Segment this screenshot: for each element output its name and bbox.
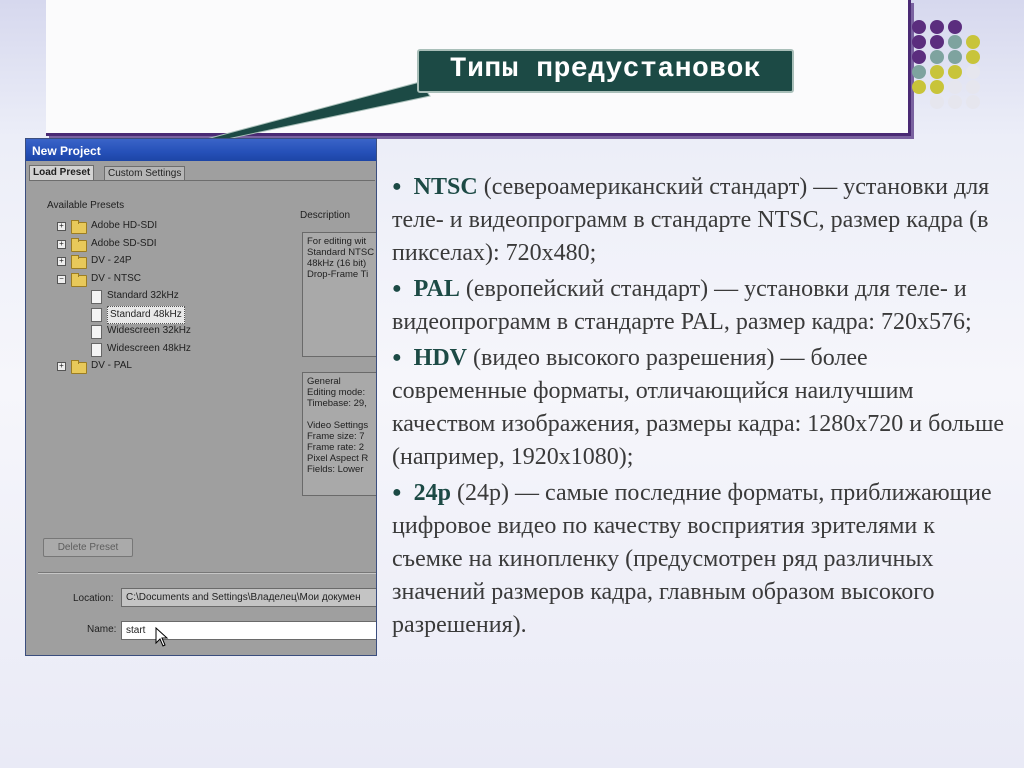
- general-settings-box: General Editing mode: Timebase: 29, Vide…: [302, 372, 376, 496]
- expand-icon[interactable]: +: [57, 222, 66, 231]
- delete-preset-button[interactable]: Delete Preset: [43, 538, 133, 557]
- settings-line: Pixel Aspect R: [307, 453, 369, 464]
- tree-item-label: Widescreen 48kHz: [107, 342, 191, 354]
- expand-icon[interactable]: +: [57, 257, 66, 266]
- description-label: Description: [300, 210, 351, 221]
- tab-load-preset[interactable]: Load Preset: [29, 165, 95, 181]
- bullet-text: (североамериканский стандарт) — установк…: [392, 174, 990, 266]
- bullet-text: (европейский стандарт) — установки для т…: [392, 276, 972, 335]
- bullet-list: ● NTSC (североамериканский стандарт) — ус…: [392, 170, 1007, 644]
- tree-item-label: Adobe SD-SDI: [91, 237, 157, 249]
- mouse-cursor-icon: [155, 627, 169, 647]
- tree-item-label: Standard 32kHz: [107, 290, 179, 301]
- settings-line: Video Settings: [307, 420, 369, 431]
- file-icon: [91, 307, 102, 322]
- dialog-title: New Project: [26, 139, 376, 161]
- tree-item-label: Widescreen 32kHz: [107, 325, 191, 336]
- settings-line: Editing mode:: [307, 387, 366, 398]
- settings-line: Frame size: 7: [307, 431, 365, 442]
- available-presets-label: Available Presets: [47, 200, 125, 211]
- tree-item-label: DV - NTSC: [91, 272, 141, 284]
- bullet-text: (24р) — самые последние форматы, приближ…: [392, 480, 992, 638]
- new-project-dialog: New Project Load Preset Custom Settings …: [25, 138, 377, 656]
- file-icon: [91, 342, 102, 357]
- bullet-item: ● NTSC (североамериканский стандарт) — ус…: [392, 170, 1007, 270]
- tab-custom-settings[interactable]: Custom Settings: [104, 166, 186, 180]
- bullet-keyword: PAL: [413, 276, 460, 302]
- bullet-keyword: NTSC: [413, 174, 478, 200]
- bullet-dot-icon: ●: [392, 280, 402, 297]
- description-line: Standard NTSC: [307, 247, 375, 258]
- tree-item-label: Standard 48kHz: [107, 305, 185, 324]
- file-icon: [91, 325, 102, 339]
- tree-item-label: DV - 24P: [91, 255, 132, 266]
- tree-item-label: Adobe HD-SDI: [91, 220, 158, 231]
- file-icon: [91, 290, 102, 304]
- bullet-dot-icon: ●: [392, 484, 402, 501]
- expand-icon[interactable]: +: [57, 362, 66, 371]
- bullet-dot-icon: ●: [392, 349, 402, 366]
- description-line: 48kHz (16 bit): [307, 258, 367, 269]
- bullet-item: ● HDV (видео высокого разрешения) — более…: [392, 341, 1007, 474]
- location-field[interactable]: C:\Documents and Settings\Владелец\Мои д…: [121, 588, 376, 607]
- bullet-keyword: HDV: [413, 345, 468, 371]
- tab-body: Available Presets + Adobe HD-SDI + Adobe SD…: [29, 180, 376, 569]
- settings-line: Fields: Lower: [307, 464, 364, 475]
- dialog-separator: [38, 572, 376, 574]
- settings-line: General: [307, 376, 341, 387]
- tree-item-label: DV - PAL: [91, 360, 132, 371]
- bullet-item: ● 24p (24р) — самые последние форматы, пр…: [392, 476, 1007, 642]
- name-label: Name:: [87, 624, 117, 635]
- bullet-keyword: 24p: [413, 480, 452, 506]
- bullet-text: (видео высокого разрешения) — более совр…: [392, 345, 1005, 470]
- description-box: For editing wit Standard NTSC 48kHz (16 bi…: [302, 232, 376, 357]
- slide-title: Типы предустановок: [417, 49, 794, 93]
- settings-line: [307, 409, 376, 420]
- location-label: Location:: [73, 593, 114, 604]
- description-line: Drop-Frame Ti: [307, 269, 369, 280]
- collapse-icon[interactable]: −: [57, 274, 66, 284]
- bullet-item: ● PAL (европейский стандарт) — установки …: [392, 272, 1007, 339]
- folder-icon: [71, 360, 87, 374]
- folder-icon: [71, 255, 87, 269]
- folder-icon: [71, 220, 87, 234]
- settings-line: Frame rate: 2: [307, 442, 365, 453]
- description-line: For editing wit: [307, 236, 367, 247]
- folder-icon: [71, 237, 87, 252]
- folder-icon: [71, 272, 87, 287]
- expand-icon[interactable]: +: [57, 239, 66, 249]
- settings-line: Timebase: 29,: [307, 398, 367, 409]
- bullet-dot-icon: ●: [392, 178, 402, 195]
